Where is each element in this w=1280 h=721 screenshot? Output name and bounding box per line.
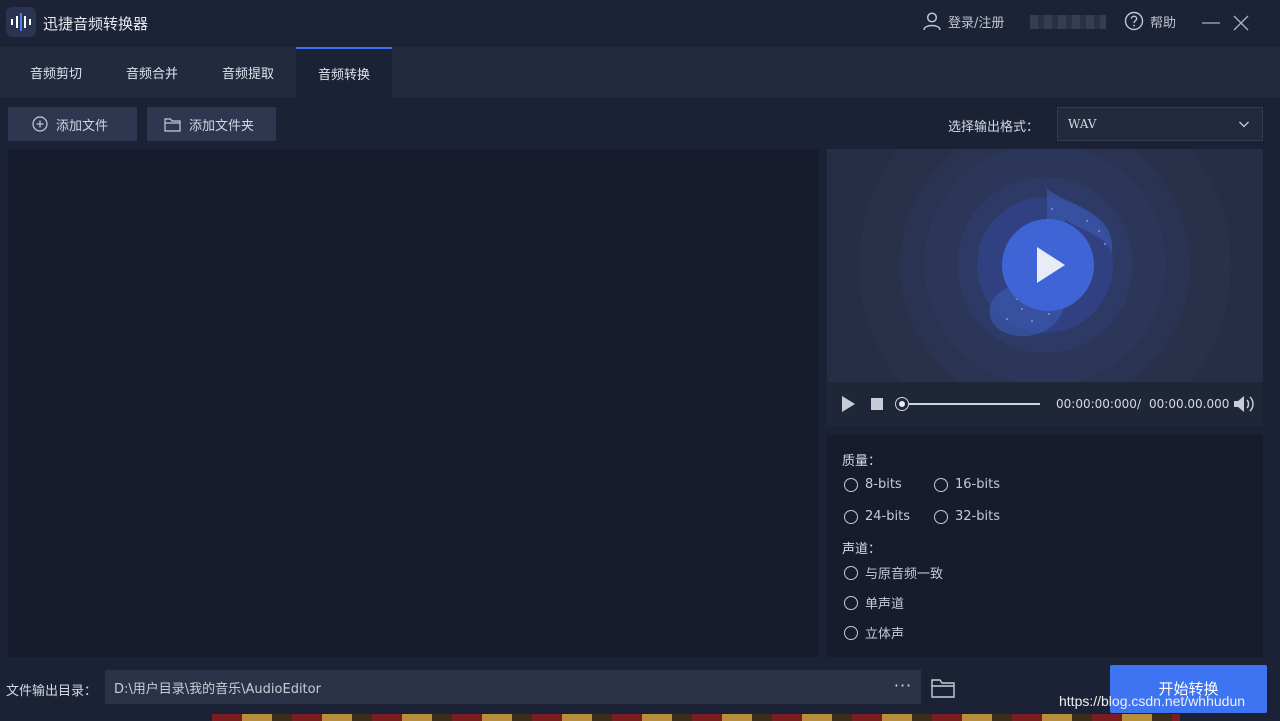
output-dir-path: D:\用户目录\我的音乐\AudioEditor xyxy=(114,681,321,697)
play-icon xyxy=(842,396,855,412)
current-time: 00:00:00:000 xyxy=(1056,397,1137,411)
time-separator: / xyxy=(1137,397,1142,411)
username-blurred xyxy=(1030,15,1106,29)
radio-circle xyxy=(934,509,948,524)
tab-audio-cut[interactable]: 音频剪切 xyxy=(8,47,104,98)
app-logo-icon xyxy=(6,7,36,37)
user-icon xyxy=(923,12,941,31)
radio-label: 16-bits xyxy=(955,477,1000,492)
open-folder-button[interactable] xyxy=(930,676,956,700)
tab-label: 音频合并 xyxy=(125,67,178,82)
tab-label: 音频提取 xyxy=(221,67,274,82)
quality-32bits-radio[interactable]: 32-bits xyxy=(934,509,1000,524)
add-folder-label: 添加文件夹 xyxy=(189,118,255,134)
total-time: 00:00.00.000 xyxy=(1149,397,1230,411)
radio-label: 单声道 xyxy=(865,597,905,612)
stop-button[interactable] xyxy=(871,398,883,414)
channel-label: 声道： xyxy=(842,542,882,557)
play-button[interactable] xyxy=(840,395,856,417)
radio-label: 与原音频一致 xyxy=(865,567,944,582)
channel-original-radio[interactable]: 与原音频一致 xyxy=(844,563,943,582)
channel-mono-radio[interactable]: 单声道 xyxy=(844,593,904,612)
file-list-area[interactable] xyxy=(8,149,819,657)
add-folder-button[interactable]: 添加文件夹 xyxy=(147,107,276,141)
radio-label: 32-bits xyxy=(955,509,1000,524)
folder-icon xyxy=(931,679,955,698)
tab-label: 音频剪切 xyxy=(29,67,82,82)
tab-audio-convert[interactable]: 音频转换 xyxy=(296,47,392,98)
radio-label: 24-bits xyxy=(865,509,910,524)
close-icon xyxy=(1233,15,1249,31)
radio-circle xyxy=(844,477,858,492)
radio-circle xyxy=(844,625,858,640)
quality-8bits-radio[interactable]: 8-bits xyxy=(844,477,902,492)
output-dir-field[interactable]: D:\用户目录\我的音乐\AudioEditor xyxy=(105,670,921,704)
add-file-button[interactable]: 添加文件 xyxy=(8,107,137,141)
tab-audio-merge[interactable]: 音频合并 xyxy=(104,47,200,98)
add-file-label: 添加文件 xyxy=(56,118,109,134)
radio-label: 立体声 xyxy=(865,627,905,642)
tab-audio-extract[interactable]: 音频提取 xyxy=(200,47,296,98)
browse-more-button[interactable]: ··· xyxy=(891,676,915,698)
help-button[interactable]: 帮助 xyxy=(1124,11,1176,31)
channel-stereo-radio[interactable]: 立体声 xyxy=(844,623,904,642)
close-button[interactable] xyxy=(1230,12,1252,34)
tab-bar: 音频剪切 音频合并 音频提取 音频转换 xyxy=(0,47,1280,98)
minimize-icon xyxy=(1202,22,1220,24)
quality-label: 质量： xyxy=(842,454,882,469)
help-icon xyxy=(1124,11,1144,31)
plus-circle-icon xyxy=(32,116,48,132)
stop-icon xyxy=(871,398,883,410)
quality-24bits-radio[interactable]: 24-bits xyxy=(844,509,910,524)
tab-label: 音频转换 xyxy=(317,68,370,83)
radio-label: 8-bits xyxy=(865,477,902,492)
progress-track[interactable] xyxy=(901,403,1040,405)
radio-circle xyxy=(844,595,858,610)
preview-panel xyxy=(827,149,1263,382)
progress-knob[interactable] xyxy=(896,398,908,410)
output-format-value: WAV xyxy=(1068,117,1097,131)
help-label: 帮助 xyxy=(1150,15,1177,31)
music-note-artwork xyxy=(859,149,1231,382)
login-label: 登录/注册 xyxy=(948,15,1005,31)
output-format-select[interactable]: WAV xyxy=(1057,107,1263,141)
background-strip xyxy=(212,714,1180,721)
watermark: https://blog.csdn.net/whhudun xyxy=(1059,693,1246,709)
output-dir-label: 文件输出目录： xyxy=(6,684,98,699)
output-format-label: 选择输出格式： xyxy=(948,120,1040,135)
minimize-button[interactable] xyxy=(1200,12,1222,34)
quality-16bits-radio[interactable]: 16-bits xyxy=(934,477,1000,492)
radio-circle xyxy=(934,477,948,492)
chevron-down-icon xyxy=(1239,121,1249,128)
radio-circle xyxy=(844,509,858,524)
speaker-icon xyxy=(1234,396,1254,412)
login-button[interactable]: 登录/注册 xyxy=(922,11,1004,31)
radio-circle xyxy=(844,565,858,580)
folder-icon xyxy=(164,117,181,132)
volume-button[interactable] xyxy=(1233,394,1255,418)
app-title: 迅捷音频转换器 xyxy=(43,15,149,33)
